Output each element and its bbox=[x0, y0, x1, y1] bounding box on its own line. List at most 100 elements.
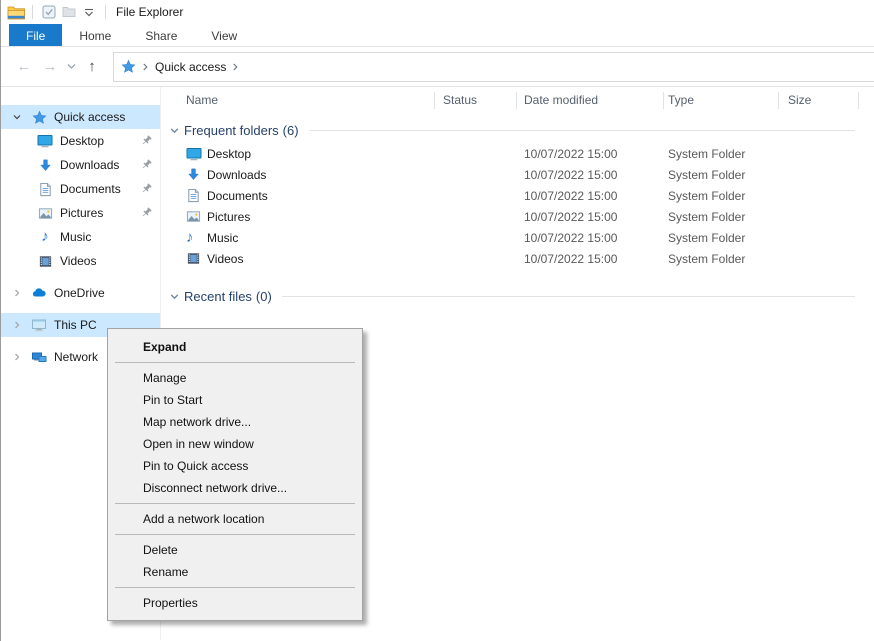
forward-arrow-icon[interactable]: → bbox=[37, 58, 63, 75]
menu-item-open-in-new-window[interactable]: Open in new window bbox=[108, 433, 362, 455]
column-divider bbox=[778, 92, 779, 109]
file-type: System Folder bbox=[668, 252, 745, 266]
column-header-type[interactable]: Type bbox=[668, 93, 694, 107]
chevron-right-icon[interactable] bbox=[10, 288, 24, 298]
tab-share[interactable]: Share bbox=[128, 24, 194, 46]
ribbon-tab-bar: File Home Share View bbox=[1, 24, 874, 47]
file-row-music[interactable]: ♪ Music 10/07/2022 15:00 System Folder bbox=[161, 228, 874, 249]
column-header-name[interactable]: Name bbox=[186, 93, 218, 107]
menu-item-map-network-drive[interactable]: Map network drive... bbox=[108, 411, 362, 433]
menu-item-properties[interactable]: Properties bbox=[108, 592, 362, 614]
file-explorer-window: File Explorer File Home Share View ← → ↑… bbox=[0, 0, 874, 641]
downloads-icon bbox=[37, 157, 53, 173]
file-row-pictures[interactable]: Pictures 10/07/2022 15:00 System Folder bbox=[161, 207, 874, 228]
properties-icon[interactable] bbox=[39, 3, 59, 21]
column-divider bbox=[858, 92, 859, 109]
file-date-modified: 10/07/2022 15:00 bbox=[524, 168, 617, 182]
column-header-status[interactable]: Status bbox=[443, 93, 477, 107]
group-count: (0) bbox=[256, 289, 272, 304]
this-pc-context-menu: Expand Manage Pin to Start Map network d… bbox=[107, 328, 363, 621]
sidebar-item-label: Music bbox=[60, 230, 91, 244]
file-row-documents[interactable]: Documents 10/07/2022 15:00 System Folder bbox=[161, 186, 874, 207]
file-name: Documents bbox=[207, 189, 268, 203]
menu-separator bbox=[115, 503, 355, 504]
sidebar-item-desktop[interactable]: Desktop bbox=[1, 129, 160, 153]
column-header-date-modified[interactable]: Date modified bbox=[524, 93, 598, 107]
file-name: Downloads bbox=[207, 168, 266, 182]
navigation-bar: ← → ↑ Quick access bbox=[1, 47, 874, 87]
documents-icon bbox=[186, 188, 202, 204]
recent-locations-chevron-icon[interactable] bbox=[63, 63, 79, 70]
music-icon: ♪ bbox=[186, 230, 202, 246]
breadcrumb-chevron-icon[interactable] bbox=[232, 62, 239, 72]
menu-item-delete[interactable]: Delete bbox=[108, 539, 362, 561]
tab-home[interactable]: Home bbox=[62, 24, 128, 46]
videos-icon bbox=[186, 251, 202, 267]
group-divider-line bbox=[309, 130, 855, 131]
sidebar-item-quick-access[interactable]: Quick access bbox=[1, 105, 160, 129]
frequent-folders-rows: Desktop 10/07/2022 15:00 System Folder D… bbox=[161, 144, 874, 270]
divider bbox=[105, 5, 106, 19]
sidebar-item-pictures[interactable]: Pictures bbox=[1, 201, 160, 225]
file-date-modified: 10/07/2022 15:00 bbox=[524, 147, 617, 161]
desktop-icon bbox=[37, 133, 53, 149]
menu-item-pin-to-quick-access[interactable]: Pin to Quick access bbox=[108, 455, 362, 477]
sidebar-item-downloads[interactable]: Downloads bbox=[1, 153, 160, 177]
file-name: Pictures bbox=[207, 210, 250, 224]
column-header-size[interactable]: Size bbox=[788, 93, 811, 107]
documents-icon bbox=[37, 181, 53, 197]
menu-item-add-network-location[interactable]: Add a network location bbox=[108, 508, 362, 530]
sidebar-item-label: Documents bbox=[60, 182, 121, 196]
pictures-icon bbox=[186, 209, 202, 225]
menu-item-disconnect-network-drive[interactable]: Disconnect network drive... bbox=[108, 477, 362, 499]
customize-toolbar-dropdown-icon[interactable] bbox=[79, 3, 99, 21]
sidebar-item-onedrive[interactable]: OneDrive bbox=[1, 281, 160, 305]
music-icon: ♪ bbox=[37, 229, 53, 245]
file-type: System Folder bbox=[668, 189, 745, 203]
breadcrumb-chevron-icon[interactable] bbox=[142, 62, 149, 72]
chevron-down-icon[interactable] bbox=[10, 112, 24, 122]
divider bbox=[32, 5, 33, 19]
back-arrow-icon[interactable]: ← bbox=[11, 58, 37, 75]
pin-icon bbox=[140, 134, 153, 147]
onedrive-icon bbox=[31, 285, 47, 301]
sidebar-item-videos[interactable]: Videos bbox=[1, 249, 160, 273]
title-bar: File Explorer bbox=[1, 0, 874, 24]
file-date-modified: 10/07/2022 15:00 bbox=[524, 189, 617, 203]
menu-item-expand[interactable]: Expand bbox=[108, 336, 362, 358]
up-arrow-icon[interactable]: ↑ bbox=[79, 58, 105, 75]
sidebar-item-music[interactable]: ♪ Music bbox=[1, 225, 160, 249]
menu-item-pin-to-start[interactable]: Pin to Start bbox=[108, 389, 362, 411]
pin-icon bbox=[140, 182, 153, 195]
column-divider bbox=[516, 92, 517, 109]
chevron-right-icon[interactable] bbox=[10, 320, 24, 330]
menu-item-manage[interactable]: Manage bbox=[108, 367, 362, 389]
sidebar-item-label: This PC bbox=[54, 318, 97, 332]
videos-icon bbox=[37, 253, 53, 269]
menu-item-rename[interactable]: Rename bbox=[108, 561, 362, 583]
chevron-right-icon[interactable] bbox=[10, 352, 24, 362]
new-folder-icon[interactable] bbox=[59, 3, 79, 21]
column-headers: Name Status Date modified Type Size bbox=[161, 87, 874, 114]
group-header-frequent-folders[interactable]: Frequent folders (6) bbox=[161, 119, 874, 141]
sidebar-item-label: OneDrive bbox=[54, 286, 105, 300]
chevron-down-icon[interactable] bbox=[169, 291, 181, 302]
file-name: Videos bbox=[207, 252, 243, 266]
file-explorer-logo-icon[interactable] bbox=[6, 3, 26, 21]
breadcrumb-segment[interactable]: Quick access bbox=[155, 60, 226, 74]
chevron-down-icon[interactable] bbox=[169, 125, 181, 136]
this-pc-icon bbox=[31, 317, 47, 333]
menu-separator bbox=[115, 362, 355, 363]
pictures-icon bbox=[37, 205, 53, 221]
tab-file[interactable]: File bbox=[9, 24, 62, 46]
file-row-desktop[interactable]: Desktop 10/07/2022 15:00 System Folder bbox=[161, 144, 874, 165]
file-row-downloads[interactable]: Downloads 10/07/2022 15:00 System Folder bbox=[161, 165, 874, 186]
group-header-recent-files[interactable]: Recent files (0) bbox=[161, 285, 874, 307]
tab-view[interactable]: View bbox=[194, 24, 254, 46]
network-icon bbox=[31, 349, 47, 365]
file-row-videos[interactable]: Videos 10/07/2022 15:00 System Folder bbox=[161, 249, 874, 270]
column-divider bbox=[663, 92, 664, 109]
window-title: File Explorer bbox=[116, 5, 183, 19]
address-bar[interactable]: Quick access bbox=[113, 52, 874, 82]
sidebar-item-documents[interactable]: Documents bbox=[1, 177, 160, 201]
